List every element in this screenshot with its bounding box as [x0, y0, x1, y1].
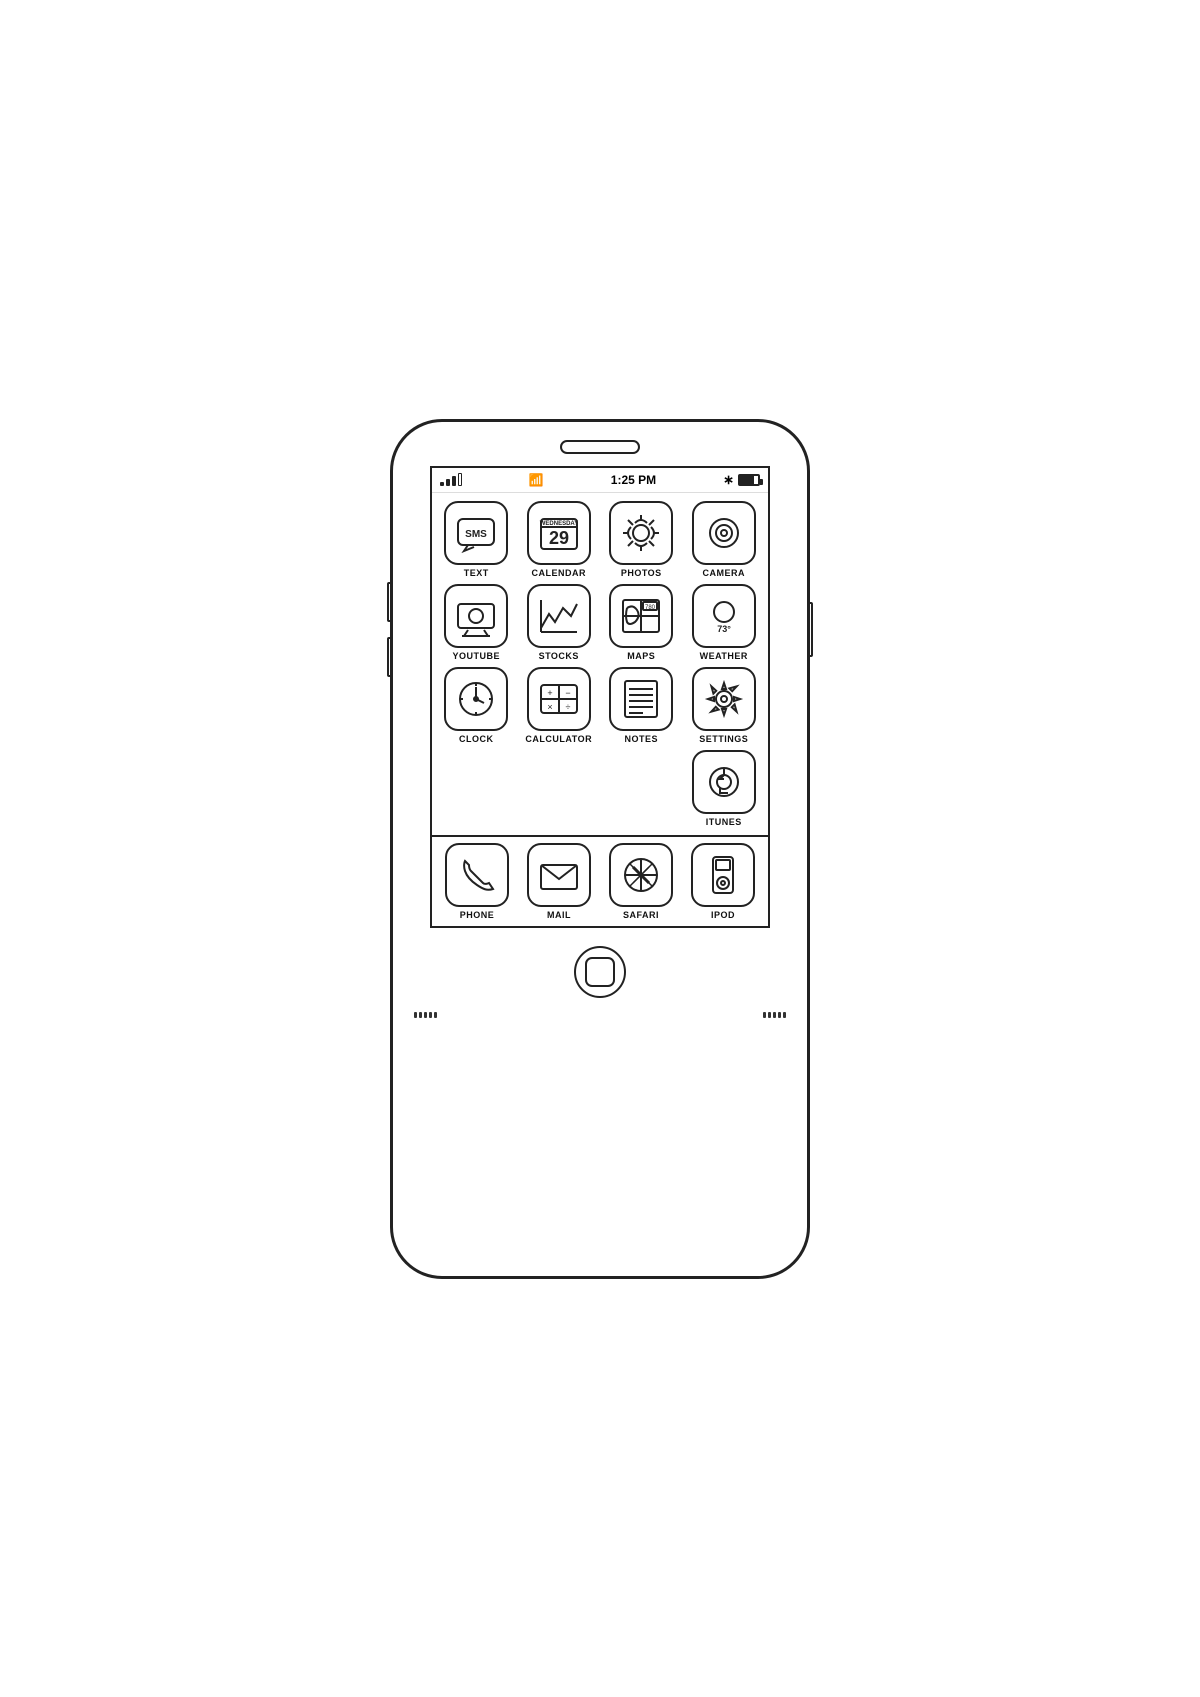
app-stocks-label: STOCKS [539, 651, 579, 661]
app-camera[interactable]: CAMERA [686, 501, 763, 578]
bottom-connectors [414, 1012, 787, 1028]
app-photos-icon [609, 501, 673, 565]
dock-mail[interactable]: MAIL [527, 843, 591, 920]
app-calculator-label: CALCULATOR [525, 734, 592, 744]
signal-bar-2 [446, 479, 450, 486]
app-itunes-icon [692, 750, 756, 814]
dock-safari-icon [609, 843, 673, 907]
side-button-volume[interactable] [387, 637, 392, 677]
connector-dot-1 [414, 1012, 417, 1018]
dock-ipod-label: IPOD [711, 910, 735, 920]
svg-text:÷: ÷ [565, 702, 570, 712]
app-weather-icon: 73° [692, 584, 756, 648]
app-itunes[interactable]: ITUNES [686, 750, 763, 827]
dock-phone-icon [445, 843, 509, 907]
dock-ipod-icon [691, 843, 755, 907]
app-youtube-icon [444, 584, 508, 648]
app-youtube-label: YOUTUBE [452, 651, 500, 661]
dock-phone[interactable]: PHONE [445, 843, 509, 920]
app-calendar-label: CALENDAR [532, 568, 587, 578]
app-clock[interactable]: CLOCK [438, 667, 515, 744]
phone-device: 📶 1:25 PM ∗ SMS TEXT [390, 419, 810, 1279]
connector-dot-8 [773, 1012, 776, 1018]
svg-text:29: 29 [549, 528, 569, 548]
battery-fill [740, 476, 754, 484]
app-settings-icon [692, 667, 756, 731]
connector-dot-6 [763, 1012, 766, 1018]
app-calendar-icon: WEDNESDAY 29 [527, 501, 591, 565]
speaker [560, 440, 640, 454]
app-text[interactable]: SMS TEXT [438, 501, 515, 578]
signal-bar-1 [440, 482, 444, 486]
app-calendar[interactable]: WEDNESDAY 29 CALENDAR [521, 501, 598, 578]
dock: PHONE MAIL [432, 835, 768, 926]
connector-dot-10 [783, 1012, 786, 1018]
dock-phone-label: PHONE [460, 910, 495, 920]
signal-bar-3 [452, 476, 456, 486]
battery-icon [738, 474, 760, 486]
status-bar: 📶 1:25 PM ∗ [432, 468, 768, 493]
app-maps-label: MAPS [627, 651, 655, 661]
dock-safari[interactable]: SAFARI [609, 843, 673, 920]
phone-top [393, 422, 807, 466]
dock-ipod[interactable]: IPOD [691, 843, 755, 920]
app-stocks[interactable]: STOCKS [521, 584, 598, 661]
connector-dot-5 [434, 1012, 437, 1018]
signal-bars [440, 473, 462, 486]
app-calculator-icon: + − × ÷ [527, 667, 591, 731]
app-clock-icon [444, 667, 508, 731]
svg-text:+: + [547, 688, 552, 698]
dock-mail-icon [527, 843, 591, 907]
app-clock-label: CLOCK [459, 734, 494, 744]
svg-text:SMS: SMS [465, 529, 487, 540]
app-camera-label: CAMERA [703, 568, 746, 578]
app-notes-label: NOTES [624, 734, 658, 744]
svg-text:×: × [547, 702, 552, 712]
app-photos[interactable]: PHOTOS [603, 501, 680, 578]
svg-text:780: 780 [645, 605, 656, 611]
connector-dot-3 [424, 1012, 427, 1018]
app-maps-icon: 780 [609, 584, 673, 648]
app-notes-icon [609, 667, 673, 731]
svg-text:−: − [565, 688, 570, 698]
home-button[interactable] [574, 946, 626, 998]
svg-text:73°: 73° [717, 624, 731, 634]
app-text-icon: SMS [444, 501, 508, 565]
connector-dot-4 [429, 1012, 432, 1018]
wifi-icon: 📶 [529, 473, 544, 487]
app-camera-icon [692, 501, 756, 565]
side-button-right[interactable] [808, 602, 813, 657]
screen: 📶 1:25 PM ∗ SMS TEXT [430, 466, 770, 928]
connector-right [763, 1012, 786, 1018]
app-maps[interactable]: 780 MAPS [603, 584, 680, 661]
app-youtube[interactable]: YOUTUBE [438, 584, 515, 661]
app-calculator[interactable]: + − × ÷ CALCULATOR [521, 667, 598, 744]
app-grid: SMS TEXT WEDNESDAY 29 CALENDAR [432, 493, 768, 835]
svg-text:WEDNESDAY: WEDNESDAY [540, 521, 578, 527]
bluetooth-icon: ∗ [723, 472, 734, 488]
connector-left [414, 1012, 437, 1018]
app-stocks-icon [527, 584, 591, 648]
app-photos-label: PHOTOS [621, 568, 662, 578]
app-settings-label: SETTINGS [699, 734, 748, 744]
dock-safari-label: SAFARI [623, 910, 659, 920]
app-weather-label: WEATHER [700, 651, 748, 661]
app-text-label: TEXT [464, 568, 489, 578]
side-button-left[interactable] [387, 582, 392, 622]
app-itunes-label: ITUNES [706, 817, 742, 827]
signal-bar-4 [458, 473, 462, 486]
status-time: 1:25 PM [611, 473, 656, 487]
connector-dot-2 [419, 1012, 422, 1018]
app-weather[interactable]: 73° WEATHER [686, 584, 763, 661]
app-settings[interactable]: SETTINGS [686, 667, 763, 744]
app-notes[interactable]: NOTES [603, 667, 680, 744]
home-area [574, 928, 626, 1012]
dock-mail-label: MAIL [547, 910, 571, 920]
home-button-inner [585, 957, 615, 987]
connector-dot-9 [778, 1012, 781, 1018]
status-right: ∗ [723, 472, 760, 488]
connector-dot-7 [768, 1012, 771, 1018]
